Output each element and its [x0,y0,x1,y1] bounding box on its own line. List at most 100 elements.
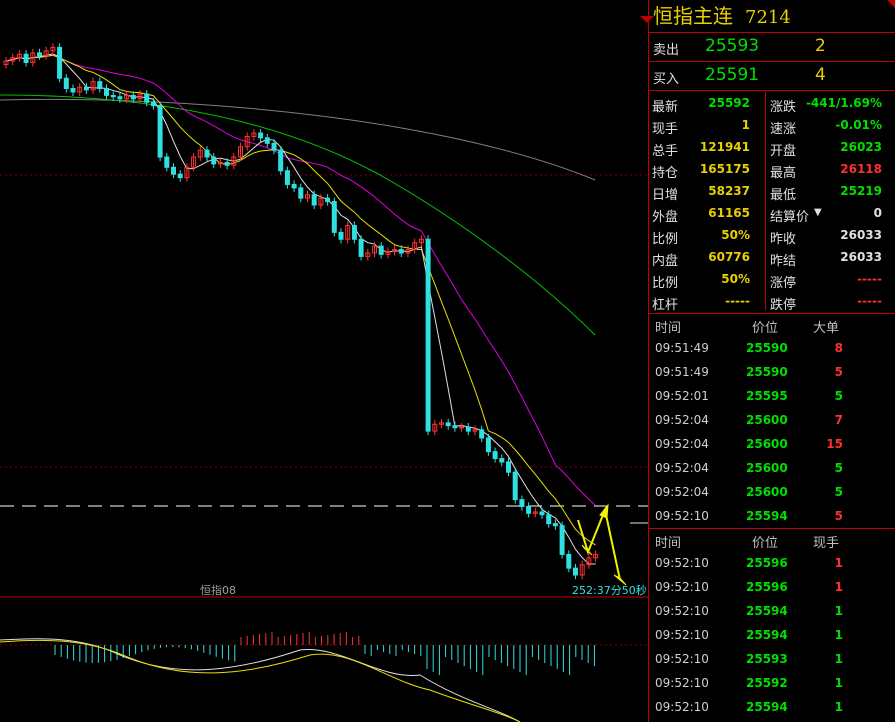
dea-line [0,639,521,722]
candle-body [164,156,170,168]
tick-price: 25600 [746,437,788,451]
candle-body [144,93,150,103]
tick-time: 09:52:10 [655,556,709,570]
ma120-line [0,98,596,181]
tick-row: 09:51:49 25590 5 [649,360,895,384]
tick-volume: 5 [834,389,843,403]
dif-line [0,638,521,722]
tick-time: 09:52:04 [655,413,709,427]
dropdown-caret-icon[interactable]: ▼ [814,207,822,218]
macd-indicator-chart [0,632,648,722]
tick-time: 09:51:49 [655,365,709,379]
main-price-chart[interactable] [0,0,648,600]
tick-price: 25594 [746,509,788,523]
candle-body [358,238,364,257]
candle-body [546,514,552,525]
tick-volume: 1 [834,556,843,570]
tick-volume: 5 [834,485,843,499]
stat-label: 速涨 [770,122,797,137]
ma5-line [5,53,596,565]
stat-label: 持仓 [652,166,679,181]
stat-value: 58237 [708,184,750,198]
stat-value: -441/1.69% [805,96,882,110]
stat-label: 昨结 [770,254,797,269]
tick-volume: 7 [834,413,843,427]
stat-label: 昨收 [770,232,797,247]
tick-volume: 1 [834,604,843,618]
stat-label: 现手 [652,122,679,137]
big-trade-list[interactable]: 09:51:49 25590 8 09:51:49 25590 5 09:52:01 2559… [649,336,895,528]
kline-chart-area[interactable]: 恒指08 252:37分50秒 [0,0,654,722]
candle-body [271,142,277,151]
stat-value: 121941 [699,140,750,154]
tick-price: 25596 [746,556,788,570]
candle-body [519,499,525,507]
stat-label: 最高 [770,166,797,181]
candle-body [559,525,565,555]
sell-volume: 2 [815,36,826,56]
stat-label: 总手 [652,144,679,159]
candle-body [539,511,545,516]
tick-row: 09:51:49 25590 8 [649,336,895,360]
candle-body [452,425,458,429]
tick-list[interactable]: 09:52:10 25596 1 09:52:10 25596 1 09:52:10 2559… [649,551,895,719]
tick-volume: 1 [834,652,843,666]
stat-row: 比例 50% 涨停 ----- [649,269,895,291]
stat-label: 比例 [652,276,679,291]
col-now: 现手 [813,536,840,551]
stat-label: 外盘 [652,210,679,225]
buy-quote-row[interactable]: 买入 25591 4 [649,61,895,90]
candle-body [492,451,498,460]
candle-body [130,94,136,100]
stat-label: 最低 [770,188,797,203]
tick-time: 09:52:04 [655,485,709,499]
stat-row: 外盘 61165 结算价 0 ▼ [649,203,895,225]
stat-value: 0 [873,206,882,220]
tick-price: 25594 [746,628,788,642]
arrow-head [599,503,609,519]
stat-value: 1 [741,118,750,132]
stat-label: 比例 [652,232,679,247]
candle-body [97,81,103,90]
tick-row: 09:52:01 25595 5 [649,384,895,408]
tick-time: 09:52:04 [655,461,709,475]
tick-price: 25590 [746,365,788,379]
stat-label: 最新 [652,100,679,115]
stat-value: 26033 [840,228,882,242]
col-time: 时间 [655,321,682,336]
countdown-label: 252:37分50秒 [572,584,647,597]
candle-body [23,53,29,63]
col-price: 价位 [752,536,779,551]
tick-row: 09:52:10 25596 1 [649,551,895,575]
col-time: 时间 [655,536,682,551]
symbol-label: 恒指08 [200,584,236,597]
col-price: 价位 [752,321,779,336]
candle-body [378,245,384,255]
tick-volume: 5 [834,365,843,379]
stat-row: 最新 25592 涨跌 -441/1.69% [649,93,895,115]
candle-body [566,553,572,569]
tick-time: 09:51:49 [655,341,709,355]
candle-body [499,458,505,463]
tick-time: 09:52:10 [655,580,709,594]
stat-value: 26023 [840,140,882,154]
sell-quote-row[interactable]: 卖出 25593 2 [649,32,895,61]
candle-body [104,88,109,96]
tick-volume: 8 [834,341,843,355]
candle-body [425,238,431,432]
buy-price: 25591 [705,65,760,85]
stat-label: 涨停 [770,276,797,291]
stat-label: 日增 [652,188,679,203]
sell-price: 25593 [705,36,760,56]
stat-row: 持仓 165175 最高 26118 [649,159,895,181]
tick-time: 09:52:10 [655,652,709,666]
candle-body [526,505,532,514]
col-big: 大单 [813,321,840,336]
stat-row: 现手 1 速涨 -0.01% [649,115,895,137]
tick-time: 09:52:04 [655,437,709,451]
candle-body [284,170,290,185]
candle-body [459,426,465,429]
tick-price: 25595 [746,389,788,403]
stat-value: 165175 [699,162,750,176]
quote-panel: 恒指主连 7214 卖出 25593 2 买入 25591 4 最新 25592 涨跌… [648,0,895,722]
